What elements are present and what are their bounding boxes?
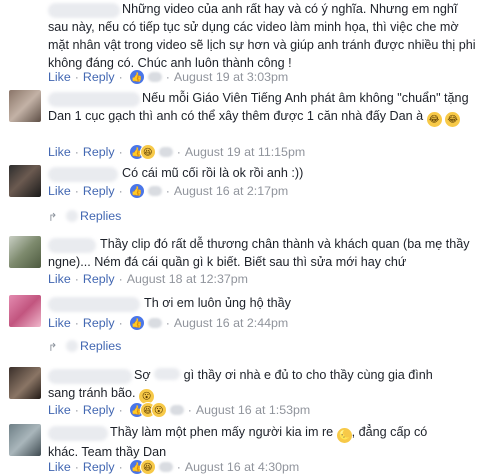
reactions[interactable]: 👍 😆 😮 <box>128 402 184 418</box>
comment-text: Nếu mỗi Giáo Viên Tiếng Anh phát âm khôn… <box>48 89 488 127</box>
like-button[interactable]: Like <box>48 70 71 84</box>
reaction-count-blurred <box>158 147 173 157</box>
comment-text: Có cái mũ cối rồi là ok rồi anh :)) <box>122 166 304 180</box>
timestamp[interactable]: August 19 at 11:15pm <box>185 145 305 159</box>
timestamp[interactable]: August 19 at 3:03pm <box>174 70 288 84</box>
like-button[interactable]: Like <box>48 145 71 159</box>
avatar[interactable] <box>9 424 41 456</box>
laughing-emoji-icon: 😂 <box>426 112 442 127</box>
timestamp[interactable]: August 18 at 12:37pm <box>127 272 248 286</box>
avatar[interactable] <box>9 165 41 197</box>
reactions[interactable]: 👍 <box>128 183 162 199</box>
haha-icon: 😆 <box>139 144 156 160</box>
reaction-count-blurred <box>169 405 184 415</box>
avatar[interactable] <box>9 295 41 327</box>
haha-icon: 😆 <box>139 459 156 475</box>
reply-arrow-icon: ↳ <box>48 209 58 222</box>
moon-face-emoji-icon: 🌜 <box>336 428 352 443</box>
avatar[interactable] <box>9 90 41 122</box>
reaction-count-blurred <box>147 72 162 82</box>
like-button[interactable]: Like <box>48 403 71 417</box>
reaction-count-blurred <box>158 462 173 472</box>
reply-button[interactable]: Reply <box>83 403 115 417</box>
reply-count-blurred <box>66 210 78 222</box>
avatar[interactable] <box>9 236 41 268</box>
reaction-count-blurred <box>147 186 162 196</box>
view-replies-link[interactable]: ↳ Replies <box>48 339 121 353</box>
comment-meta: Like · Reply · 👍 😆 😮 · August 16 at 1:53… <box>48 402 311 418</box>
comment-meta: Like · Reply · 👍 😆 · August 16 at 4:30pm <box>48 459 300 475</box>
reactions[interactable]: 👍 <box>128 69 162 85</box>
reply-button[interactable]: Reply <box>83 145 115 159</box>
reply-count-blurred <box>66 340 78 352</box>
like-icon: 👍 <box>128 183 145 199</box>
comment-text: Sợ gì thầy ơi nhà e đủ to cho thầy cùng … <box>48 366 488 404</box>
comment-text: Th ơi em luôn ủng hộ thầy <box>144 296 291 310</box>
like-button[interactable]: Like <box>48 316 71 330</box>
comment-meta: Like · Reply · 👍 😆 · August 19 at 11:15p… <box>48 144 306 160</box>
reactions[interactable]: 👍 😆 <box>128 144 173 160</box>
timestamp[interactable]: August 16 at 2:44pm <box>174 316 288 330</box>
like-button[interactable]: Like <box>48 184 71 198</box>
reactions[interactable]: 👍 <box>128 315 162 331</box>
view-replies-link[interactable]: ↳ Replies <box>48 209 121 223</box>
timestamp[interactable]: August 16 at 2:17pm <box>174 184 288 198</box>
comment-text: Những video của anh rất hay và có ý nghĩ… <box>48 2 476 70</box>
wow-icon: 😮 <box>150 402 167 418</box>
comment-meta: Like · Reply · 👍 · August 16 at 2:17pm <box>48 183 289 199</box>
reply-button[interactable]: Reply <box>83 316 115 330</box>
like-icon: 👍 <box>128 69 145 85</box>
reply-button[interactable]: Reply <box>83 184 115 198</box>
comment-text: Thầy làm một phen mấy người kia im re 🌜,… <box>48 425 428 459</box>
reaction-count-blurred <box>147 318 162 328</box>
reply-button[interactable]: Reply <box>83 460 115 474</box>
reply-button[interactable]: Reply <box>83 272 115 286</box>
reactions[interactable]: 👍 😆 <box>128 459 173 475</box>
avatar[interactable] <box>9 367 41 399</box>
timestamp[interactable]: August 16 at 1:53pm <box>196 403 310 417</box>
comment-text: Thầy clip đó rất dễ thương chân thành và… <box>48 237 470 269</box>
like-button[interactable]: Like <box>48 460 71 474</box>
comment-meta: Like · Reply · 👍 · August 19 at 3:03pm <box>48 69 289 85</box>
reply-arrow-icon: ↳ <box>48 339 58 352</box>
like-icon: 👍 <box>128 315 145 331</box>
laughing-emoji-icon: 😂 <box>445 112 461 127</box>
comment-meta: Like · Reply · 👍 · August 16 at 2:44pm <box>48 315 289 331</box>
timestamp[interactable]: August 16 at 4:30pm <box>185 460 299 474</box>
reply-button[interactable]: Reply <box>83 70 115 84</box>
like-button[interactable]: Like <box>48 272 71 286</box>
mention-blurred[interactable] <box>154 368 181 380</box>
comment-meta: Like · Reply · August 18 at 12:37pm <box>48 272 248 286</box>
